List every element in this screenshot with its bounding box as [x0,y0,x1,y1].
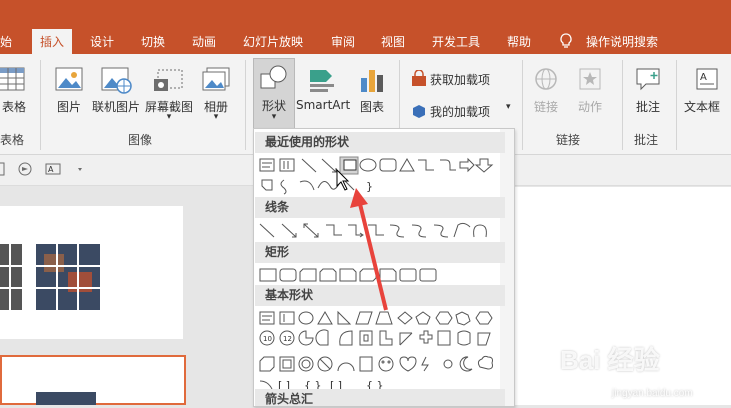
textbox-label: 文本框 [684,100,721,114]
my-addins-label: 我的加载项 [430,105,491,119]
svg-text:12: 12 [283,335,292,343]
tab-view[interactable]: 视图 [381,31,405,53]
comment-icon [636,68,660,91]
tab-review[interactable]: 审阅 [331,31,355,53]
section-rectangles: 矩形 [255,242,505,263]
slide-thumbnail-1[interactable] [0,206,183,339]
get-addins-button[interactable]: 获取加载项 [408,68,518,90]
bar-chart-icon [361,70,383,92]
smartart-icon [310,70,334,92]
photo-album-icon [202,67,230,91]
textbox-icon: A [696,68,718,90]
toolbar-icons: A [0,162,82,176]
group-label-table: 表格 [0,133,25,147]
group-label-images: 图像 [128,133,153,147]
tab-home[interactable]: 始 [0,31,12,53]
section-lines: 线条 [255,197,505,218]
rectangles-row [258,266,498,286]
divider [522,60,523,150]
tab-insert[interactable]: 插入 [32,29,73,54]
tab-animations[interactable]: 动画 [192,31,216,53]
picture-label: 图片 [56,100,81,114]
divider [40,60,41,150]
store-icon [412,70,426,86]
picture-button[interactable]: 图片 [50,62,88,122]
tab-slideshow[interactable]: 幻灯片放映 [243,31,303,53]
screenshot-button[interactable]: 屏幕截图 ▾ [144,62,194,122]
chart-label: 图表 [359,100,384,114]
slide-thumbnail-image [36,392,96,407]
link-button[interactable]: 链接 [530,62,562,128]
table-button[interactable]: 表格 [0,62,28,122]
section-recent-shapes: 最近使用的形状 [255,132,505,153]
tab-design[interactable]: 设计 [90,31,114,53]
online-picture-icon [101,67,132,94]
shapes-icon [260,65,287,89]
scrollbar[interactable] [500,129,514,406]
online-picture-button[interactable]: 联机图片 [90,62,142,122]
tab-help[interactable]: 帮助 [507,31,531,53]
baidu-watermark: Bai 经验 [560,345,660,375]
section-basic-shapes: 基本形状 [255,285,505,306]
group-label-comments: 批注 [634,133,659,147]
screenshot-icon [154,69,183,91]
svg-text:A: A [48,165,54,174]
svg-text:A: A [700,72,707,83]
recent-shapes-row: } [258,156,498,195]
basic-shapes-row: 10 12 [] {} [] {} [258,309,498,392]
chevron-down-icon: ▾ [271,112,277,122]
slide-thumbnail-image [0,244,100,310]
photo-album-button[interactable]: 相册 ▾ [198,62,234,122]
globe-link-icon [535,68,557,90]
table-icon [0,67,25,91]
action-button[interactable]: 动作 [574,62,606,128]
svg-text:10: 10 [263,335,272,343]
ribbon-tab-bar: 始 插入 设计 切换 动画 幻灯片放映 审阅 视图 开发工具 帮助 操作说明搜索 [0,0,731,56]
link-label: 链接 [533,100,558,114]
tab-developer[interactable]: 开发工具 [432,31,480,53]
comment-label: 批注 [635,100,660,114]
divider [622,60,623,150]
chevron-down-icon: ▾ [213,112,219,122]
lines-row [258,221,498,241]
comment-button[interactable]: 批注 [630,62,666,122]
tab-transitions[interactable]: 切换 [141,31,165,53]
textbox-button[interactable]: A 文本框 [684,62,731,122]
section-block-arrows: 箭头总汇 [255,389,505,406]
addins-icon [413,105,425,118]
shapes-gallery-dropdown: 最近使用的形状 } 线条 矩形 基本形状 10 12 [] {} [] {… [253,128,515,407]
smartart-button[interactable]: SmartArt [296,62,350,122]
online-picture-label: 联机图片 [91,100,140,114]
picture-icon [55,67,83,91]
divider [676,60,677,150]
get-addins-label: 获取加载项 [430,73,491,87]
chevron-down-icon: ▾ [166,112,172,122]
basic-shapes-icons: 10 12 [] {} [] {} [259,310,493,392]
table-label: 表格 [1,100,26,114]
star-action-icon [579,68,601,90]
chart-button[interactable]: 图表 [355,62,389,122]
lightbulb-icon [560,33,572,48]
tell-me-search[interactable]: 操作说明搜索 [586,31,658,53]
group-label-links: 链接 [556,133,581,147]
action-label: 动作 [577,100,602,114]
line-shapes-icons [259,222,487,238]
watermark-url: jingyan.baidu.com [612,388,693,399]
rectangle-shapes-icons [259,268,437,282]
svg-text:}: } [366,180,373,193]
chevron-down-icon: ▾ [506,102,511,112]
my-addins-button[interactable]: 我的加载项 ▾ [408,100,518,122]
smartart-label: SmartArt [296,98,351,112]
recent-shapes-icons: } [259,156,494,195]
shapes-button[interactable]: 形状 ▾ [253,58,295,130]
slide-thumbnail-2[interactable] [0,355,186,407]
divider [245,60,246,150]
